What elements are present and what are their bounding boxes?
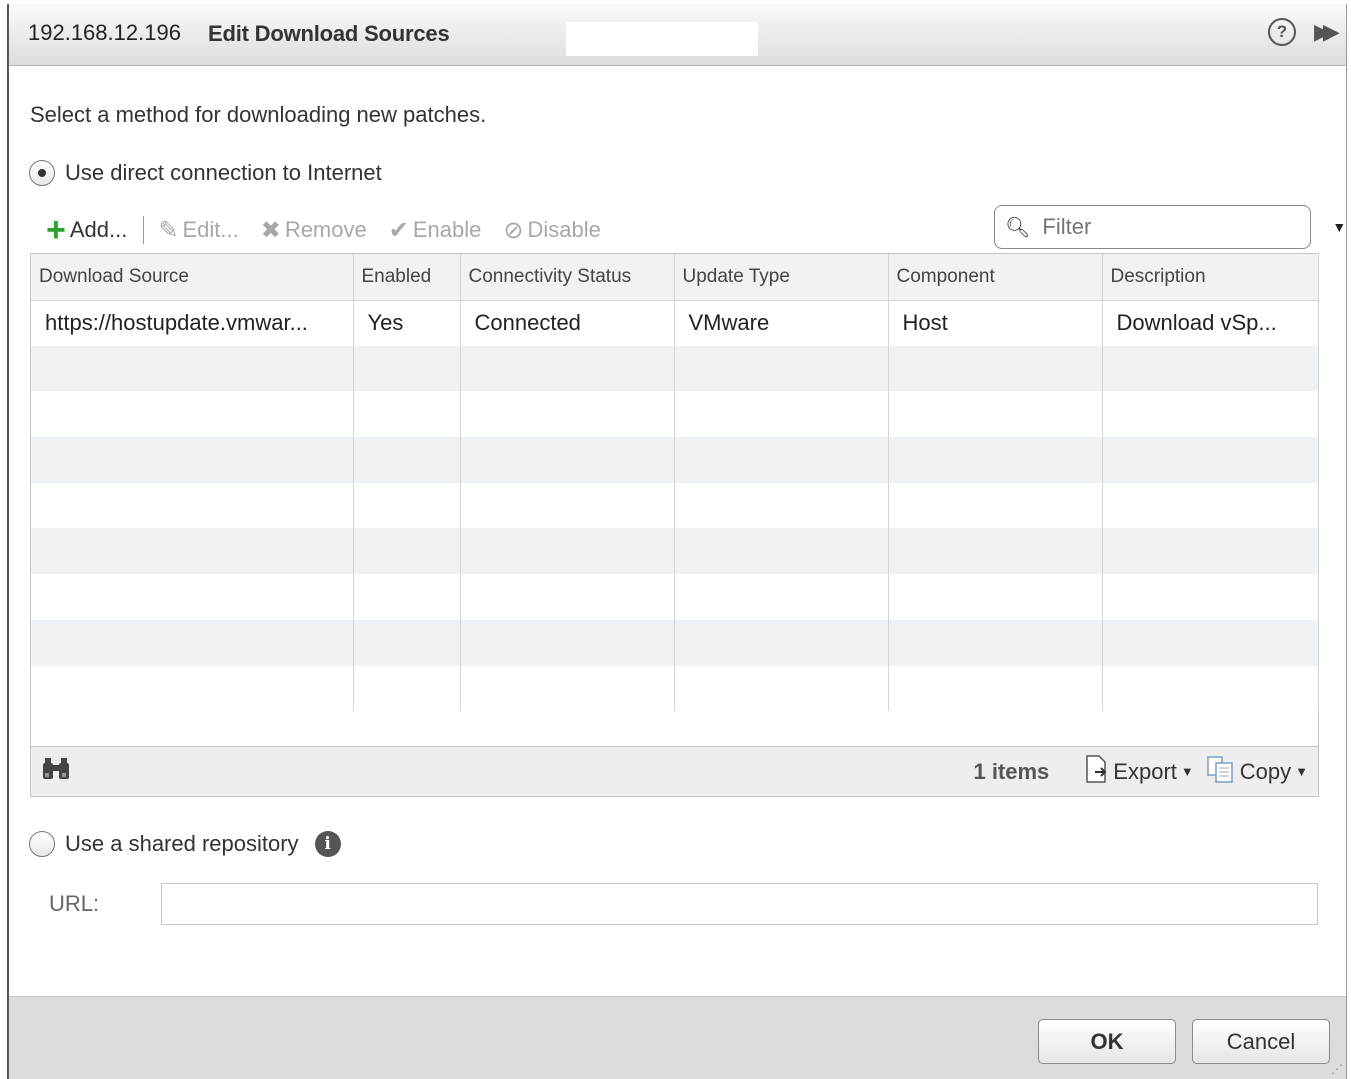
dialog-title: Edit Download Sources bbox=[208, 21, 450, 46]
column-header-description[interactable]: Description bbox=[1102, 254, 1319, 301]
dialog-title-bar: 192.168.12.196 Edit Download Sources ? ▶… bbox=[9, 4, 1346, 66]
copy-dropdown-icon: ▼ bbox=[1295, 764, 1308, 779]
help-icon[interactable]: ? bbox=[1268, 18, 1296, 46]
ok-button[interactable]: OK bbox=[1038, 1019, 1176, 1064]
copy-icon bbox=[1206, 755, 1236, 789]
items-count: 1 items bbox=[973, 758, 1050, 784]
copy-label: Copy bbox=[1239, 758, 1292, 784]
dialog-title-host: 192.168.12.196 bbox=[28, 20, 181, 45]
grid-toolbar: + Add... ✎ Edit... ✖ Remove ✔ Enable ⊘ D… bbox=[46, 210, 623, 250]
dialog-footer: OK Cancel ⋰ bbox=[9, 996, 1346, 1079]
url-input[interactable] bbox=[161, 883, 1318, 925]
column-header-component[interactable]: Component bbox=[888, 254, 1103, 301]
export-label: Export bbox=[1113, 758, 1177, 784]
empty-row bbox=[31, 482, 1319, 529]
redacted-area bbox=[566, 22, 758, 56]
column-header-enabled[interactable]: Enabled bbox=[353, 254, 461, 301]
table-header-row: Download Source Enabled Connectivity Sta… bbox=[31, 254, 1319, 301]
empty-row bbox=[31, 391, 1319, 438]
add-button[interactable]: + Add... bbox=[46, 211, 128, 249]
download-sources-table: Download Source Enabled Connectivity Sta… bbox=[31, 254, 1319, 712]
cell-connectivity-status: Connected bbox=[460, 300, 675, 346]
empty-row bbox=[31, 437, 1319, 483]
export-dropdown-icon: ▼ bbox=[1180, 764, 1194, 779]
search-icon: 🔍︎ bbox=[1005, 216, 1031, 239]
checkmark-icon: ✔ bbox=[388, 216, 409, 244]
plus-icon: + bbox=[46, 211, 66, 249]
cell-download-source: https://hostupdate.vmwar... bbox=[31, 300, 354, 346]
empty-row bbox=[31, 345, 1319, 392]
binoculars-icon[interactable] bbox=[41, 757, 71, 787]
direct-connection-label: Use direct connection to Internet bbox=[65, 160, 382, 185]
grid-footer-actions: 1 items Export ▼ Copy ▼ bbox=[973, 754, 1308, 789]
cell-update-type: VMware bbox=[674, 300, 889, 346]
cell-component: Host bbox=[888, 300, 1103, 346]
column-header-download-source[interactable]: Download Source bbox=[31, 254, 354, 301]
filter-dropdown-icon[interactable]: ▼ bbox=[1332, 219, 1346, 235]
disable-label: Disable bbox=[527, 217, 601, 242]
remove-label: Remove bbox=[284, 217, 367, 242]
url-label: URL: bbox=[49, 891, 100, 916]
grid-footer: 1 items Export ▼ Copy ▼ bbox=[31, 746, 1318, 796]
shared-repository-label: Use a shared repository bbox=[65, 831, 299, 856]
export-icon bbox=[1085, 754, 1109, 789]
remove-x-icon: ✖ bbox=[260, 216, 281, 244]
pencil-icon: ✎ bbox=[158, 216, 179, 244]
shared-repository-option[interactable]: Use a shared repository i bbox=[29, 831, 341, 857]
copy-button[interactable]: Copy ▼ bbox=[1206, 755, 1308, 789]
edit-button[interactable]: ✎ Edit... bbox=[158, 216, 238, 245]
remove-button[interactable]: ✖ Remove bbox=[261, 216, 367, 245]
instructions-text: Select a method for downloading new patc… bbox=[30, 102, 487, 127]
edit-download-sources-dialog: 192.168.12.196 Edit Download Sources ? ▶… bbox=[7, 4, 1347, 1079]
edit-label: Edit... bbox=[182, 217, 239, 242]
enable-button[interactable]: ✔ Enable bbox=[389, 216, 482, 245]
expand-icon[interactable]: ▶▶ bbox=[1314, 19, 1340, 45]
toolbar-divider bbox=[143, 216, 145, 244]
download-sources-grid: Download Source Enabled Connectivity Sta… bbox=[30, 253, 1319, 797]
cell-enabled: Yes bbox=[353, 300, 461, 346]
table-row[interactable]: https://hostupdate.vmwar... Yes Connecte… bbox=[31, 300, 1319, 346]
info-icon[interactable]: i bbox=[314, 831, 341, 857]
cancel-button[interactable]: Cancel bbox=[1192, 1019, 1330, 1064]
column-header-update-type[interactable]: Update Type bbox=[674, 254, 889, 301]
empty-row bbox=[31, 619, 1319, 666]
disable-button[interactable]: ⊘ Disable bbox=[503, 216, 600, 245]
filter-input[interactable] bbox=[1040, 213, 1333, 241]
export-button[interactable]: Export ▼ bbox=[1085, 754, 1194, 789]
cell-description: Download vSp... bbox=[1102, 300, 1319, 346]
resize-grip-icon[interactable]: ⋰ bbox=[1331, 1062, 1343, 1076]
disable-circle-icon: ⊘ bbox=[503, 216, 524, 244]
shared-repository-radio[interactable] bbox=[29, 831, 55, 857]
empty-row bbox=[31, 528, 1319, 575]
empty-row bbox=[31, 574, 1319, 620]
empty-row bbox=[31, 665, 1319, 712]
enable-label: Enable bbox=[412, 217, 482, 242]
filter-box[interactable]: 🔍︎ ▼ bbox=[994, 205, 1346, 249]
add-label: Add... bbox=[69, 217, 128, 242]
direct-connection-option[interactable]: Use direct connection to Internet bbox=[29, 160, 382, 186]
direct-connection-radio[interactable] bbox=[29, 160, 55, 186]
column-header-connectivity-status[interactable]: Connectivity Status bbox=[460, 254, 675, 301]
